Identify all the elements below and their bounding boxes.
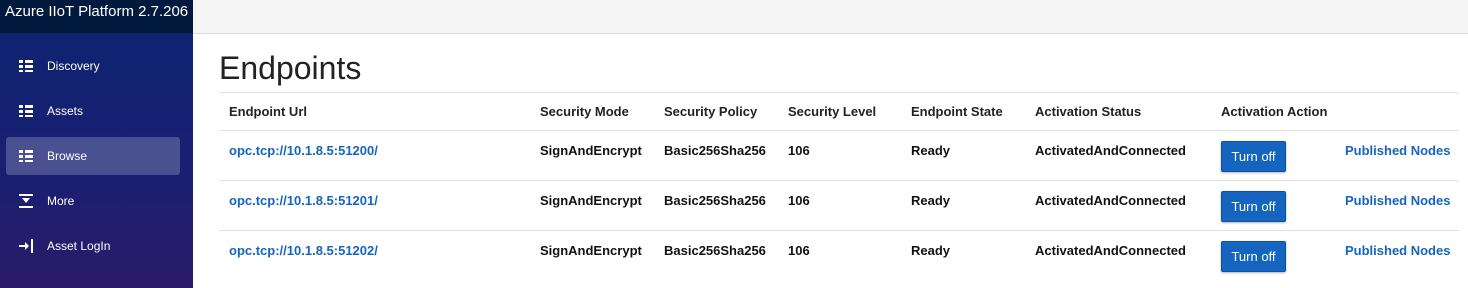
- security-policy: Basic256Sha256: [664, 193, 766, 208]
- cell-status: ActivatedAndConnected: [1025, 231, 1211, 281]
- cell-level: 106: [778, 130, 901, 181]
- endpoints-table: Endpoint Url Security Mode Security Poli…: [219, 92, 1459, 280]
- sidebar-item-label: Discovery: [47, 59, 100, 73]
- cell-mode: SignAndEncrypt: [530, 180, 654, 231]
- published-nodes-link[interactable]: Published Nodes: [1345, 131, 1459, 158]
- main-content: Endpoints Endpoint Url Security Mode Sec…: [219, 34, 1459, 280]
- column-header-security-level: Security Level: [778, 92, 901, 131]
- activation-status: ActivatedAndConnected: [1035, 243, 1186, 258]
- list-icon: [18, 149, 34, 163]
- column-header-endpoint-state: Endpoint State: [901, 92, 1025, 131]
- cell-policy: Basic256Sha256: [654, 180, 778, 231]
- security-mode: SignAndEncrypt: [540, 243, 642, 258]
- cell-state: Ready: [901, 231, 1025, 281]
- endpoint-state: Ready: [911, 143, 951, 158]
- security-level: 106: [788, 243, 810, 258]
- activation-status: ActivatedAndConnected: [1035, 143, 1186, 158]
- security-mode: SignAndEncrypt: [540, 143, 642, 158]
- published-nodes-link[interactable]: Published Nodes: [1345, 231, 1459, 258]
- cell-state: Ready: [901, 180, 1025, 231]
- security-policy: Basic256Sha256: [664, 143, 766, 158]
- activation-status: ActivatedAndConnected: [1035, 193, 1186, 208]
- turn-off-button[interactable]: Turn off: [1221, 141, 1286, 172]
- endpoint-url-link[interactable]: opc.tcp://10.1.8.5:51200/: [229, 131, 530, 158]
- cell-link: Published Nodes: [1335, 180, 1459, 231]
- published-nodes-link[interactable]: Published Nodes: [1345, 181, 1459, 208]
- cell-level: 106: [778, 231, 901, 281]
- sidebar-item-label: Browse: [47, 149, 88, 163]
- security-mode: SignAndEncrypt: [540, 193, 642, 208]
- endpoint-url-link[interactable]: opc.tcp://10.1.8.5:51201/: [229, 181, 530, 208]
- expand-more-icon: [18, 194, 34, 208]
- cell-mode: SignAndEncrypt: [530, 231, 654, 281]
- login-icon: [18, 239, 34, 253]
- app-title: Azure IIoT Platform 2.7.206: [0, 0, 193, 33]
- list-icon: [18, 104, 34, 118]
- column-header-endpoint-url: Endpoint Url: [219, 92, 530, 131]
- column-header-links: [1335, 92, 1459, 131]
- table-header-row: Endpoint Url Security Mode Security Poli…: [219, 92, 1459, 131]
- endpoint-state: Ready: [911, 243, 951, 258]
- sidebar-item-discovery[interactable]: Discovery: [6, 47, 180, 85]
- column-header-security-policy: Security Policy: [654, 92, 778, 131]
- column-header-activation-status: Activation Status: [1025, 92, 1211, 131]
- sidebar-item-label: Asset LogIn: [47, 239, 111, 253]
- cell-url: opc.tcp://10.1.8.5:51200/: [219, 130, 530, 181]
- sidebar-nav: Discovery Assets Browse More Asset LogIn: [0, 47, 193, 265]
- cell-action: Turn off: [1211, 130, 1335, 181]
- turn-off-button[interactable]: Turn off: [1221, 241, 1286, 272]
- cell-url: opc.tcp://10.1.8.5:51201/: [219, 180, 530, 231]
- cell-url: opc.tcp://10.1.8.5:51202/: [219, 231, 530, 281]
- table-row: opc.tcp://10.1.8.5:51202/ SignAndEncrypt…: [219, 231, 1459, 281]
- sidebar-item-label: Assets: [47, 104, 84, 118]
- cell-status: ActivatedAndConnected: [1025, 180, 1211, 231]
- cell-link: Published Nodes: [1335, 130, 1459, 181]
- cell-level: 106: [778, 180, 901, 231]
- sidebar-item-browse[interactable]: Browse: [6, 137, 180, 175]
- top-bar: [193, 0, 1468, 34]
- sidebar: Azure IIoT Platform 2.7.206 Discovery As…: [0, 0, 193, 288]
- cell-action: Turn off: [1211, 231, 1335, 281]
- table-row: opc.tcp://10.1.8.5:51201/ SignAndEncrypt…: [219, 180, 1459, 231]
- table-row: opc.tcp://10.1.8.5:51200/ SignAndEncrypt…: [219, 130, 1459, 181]
- cell-mode: SignAndEncrypt: [530, 130, 654, 181]
- sidebar-item-asset-login[interactable]: Asset LogIn: [6, 227, 180, 265]
- security-policy: Basic256Sha256: [664, 243, 766, 258]
- turn-off-button[interactable]: Turn off: [1221, 191, 1286, 222]
- page-title: Endpoints: [219, 50, 362, 86]
- cell-status: ActivatedAndConnected: [1025, 130, 1211, 181]
- cell-policy: Basic256Sha256: [654, 231, 778, 281]
- security-level: 106: [788, 143, 810, 158]
- column-header-security-mode: Security Mode: [530, 92, 654, 131]
- cell-action: Turn off: [1211, 180, 1335, 231]
- endpoint-url-link[interactable]: opc.tcp://10.1.8.5:51202/: [229, 231, 530, 258]
- cell-policy: Basic256Sha256: [654, 130, 778, 181]
- security-level: 106: [788, 193, 810, 208]
- list-icon: [18, 59, 34, 73]
- sidebar-item-label: More: [47, 194, 75, 208]
- cell-state: Ready: [901, 130, 1025, 181]
- column-header-activation-action: Activation Action: [1211, 92, 1335, 131]
- sidebar-item-more[interactable]: More: [6, 182, 180, 220]
- sidebar-item-assets[interactable]: Assets: [6, 92, 180, 130]
- cell-link: Published Nodes: [1335, 231, 1459, 281]
- endpoint-state: Ready: [911, 193, 951, 208]
